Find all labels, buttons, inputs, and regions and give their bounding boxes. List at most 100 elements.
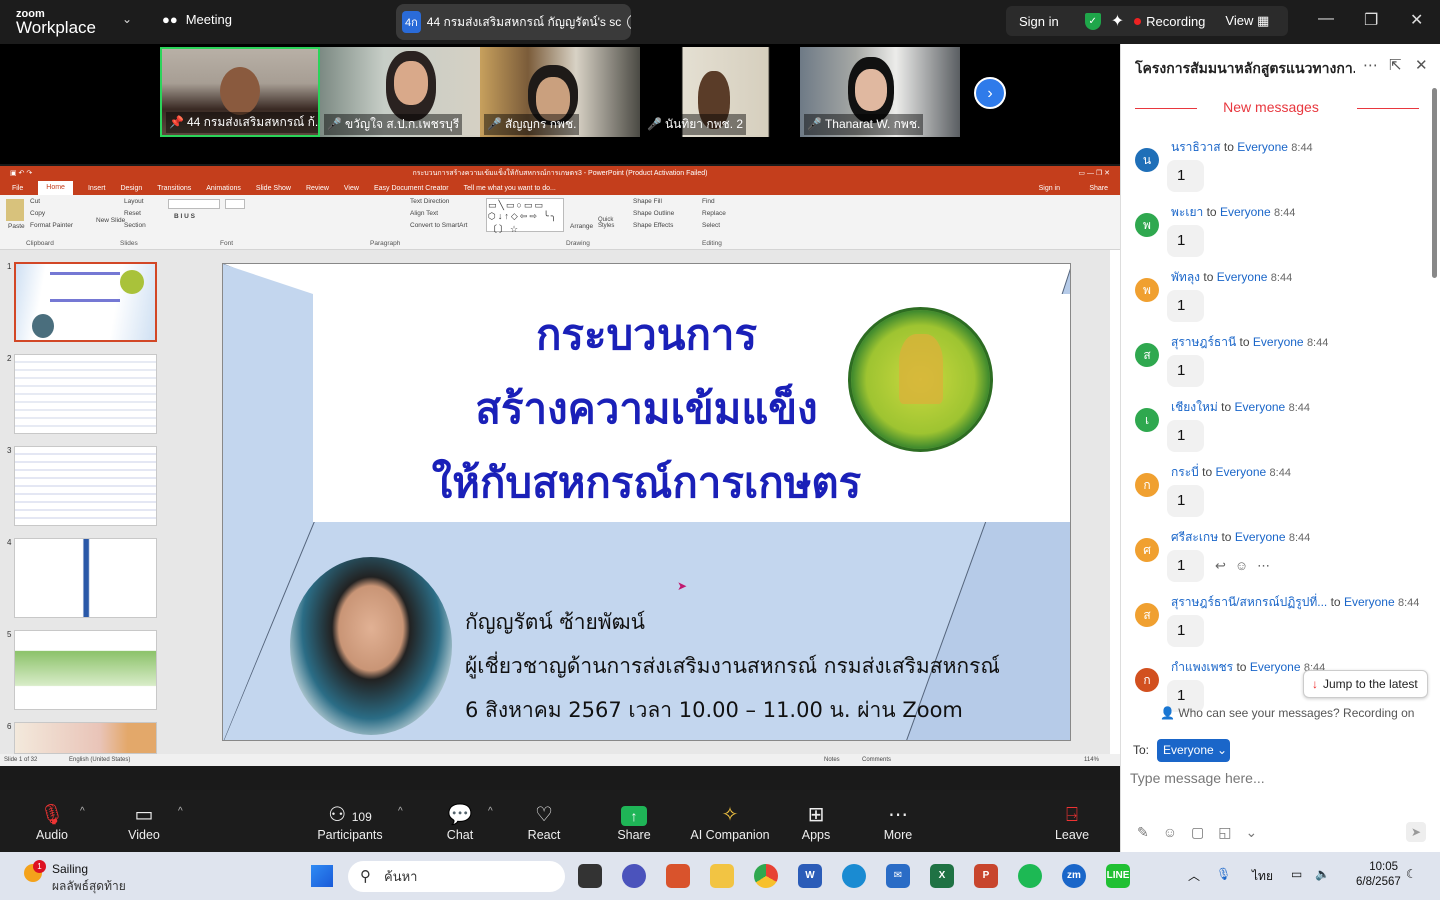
smartart-button[interactable]: Convert to SmartArt — [410, 222, 467, 229]
powerpoint-icon[interactable]: P — [974, 864, 998, 888]
volume-icon[interactable]: 🔈 — [1315, 867, 1330, 881]
sender-name[interactable]: เชียงใหม่ — [1171, 400, 1218, 414]
select-button[interactable]: Select — [702, 222, 720, 229]
participants-caret-icon[interactable]: ^ — [398, 806, 403, 817]
reset-button[interactable]: Reset — [124, 210, 141, 217]
video-tile[interactable]: 🎤 Thanarat W. กพช. — [800, 47, 960, 137]
new-slide-button[interactable]: New Slide — [96, 217, 125, 224]
format-icon[interactable]: ✎ — [1137, 824, 1163, 840]
word-icon[interactable]: W — [798, 864, 822, 888]
tab-insert[interactable]: Insert — [88, 185, 106, 192]
more-button[interactable]: ⋯ More — [858, 802, 938, 842]
task-view-icon[interactable] — [578, 864, 602, 888]
share-screen-button[interactable]: ↑ Share — [594, 802, 674, 842]
slide-thumbnail[interactable] — [14, 446, 157, 526]
file-explorer-icon[interactable] — [710, 864, 734, 888]
ppt-sign-in[interactable]: Sign in — [1039, 185, 1060, 192]
section-button[interactable]: Section — [124, 222, 146, 229]
more-options-icon[interactable]: ⋯ — [1363, 56, 1378, 74]
font-name-box[interactable] — [168, 199, 220, 209]
sender-name[interactable]: ศรีสะเกษ — [1171, 530, 1218, 544]
slide-thumbnail[interactable] — [14, 262, 157, 342]
video-tile[interactable]: 🎤 นันทิยา กพช. 2 — [640, 47, 800, 137]
chevron-down-icon[interactable]: ⌄ — [122, 12, 132, 26]
quick-styles-button[interactable]: Quick Styles — [598, 217, 618, 229]
ppt-share[interactable]: Share — [1089, 185, 1108, 192]
start-windows-icon[interactable] — [311, 865, 333, 887]
tab-animations[interactable]: Animations — [206, 185, 241, 192]
tell-me-box[interactable]: Tell me what you want to do... — [464, 185, 556, 192]
security-shield-icon[interactable]: ✓ — [1084, 12, 1101, 30]
tray-mic-icon[interactable]: 🎙 — [1216, 867, 1231, 881]
sender-name[interactable]: พะเยา — [1171, 205, 1203, 219]
slide-thumbnail[interactable] — [14, 354, 157, 434]
tab-home[interactable]: Home — [38, 181, 73, 195]
edge-icon[interactable] — [842, 864, 866, 888]
video-tile[interactable]: 🎤 ขวัญใจ ส.ป.ก.เพชรบุรี — [320, 47, 480, 137]
next-page-arrow-icon[interactable]: › — [974, 77, 1006, 109]
paste-icon[interactable] — [6, 199, 24, 221]
file-icon[interactable]: ▢ — [1191, 824, 1218, 840]
restore-icon[interactable]: ❐ — [1364, 10, 1378, 30]
office-app-icon[interactable] — [666, 864, 690, 888]
minimize-icon[interactable]: — — [1318, 10, 1334, 28]
network-icon[interactable]: ▭ — [1291, 867, 1302, 881]
chat-caret-icon[interactable]: ^ — [488, 806, 493, 817]
taskbar-search[interactable]: ⚲ ค้นหา — [348, 861, 565, 892]
shape-outline-button[interactable]: Shape Outline — [633, 210, 674, 217]
audio-options-caret-icon[interactable]: ^ — [80, 806, 85, 817]
chat-scrollbar[interactable] — [1432, 88, 1437, 278]
video-tile[interactable]: 📌 44 กรมส่งเสริมสหกรณ์ ก้... — [160, 47, 320, 137]
copy-button[interactable]: Copy — [30, 210, 45, 217]
leave-button[interactable]: ⍈ Leave — [1032, 802, 1112, 842]
sender-name[interactable]: พัทลุง — [1171, 270, 1200, 284]
send-icon[interactable]: ➤ — [1406, 822, 1426, 842]
zoom-taskbar-icon[interactable]: zm — [1062, 864, 1086, 888]
spotify-icon[interactable] — [1018, 864, 1042, 888]
teams-icon[interactable] — [622, 864, 646, 888]
close-chat-icon[interactable]: ✕ — [1415, 56, 1428, 74]
recording-indicator[interactable]: Recording — [1134, 14, 1205, 29]
tab-easy-document-creator[interactable]: Easy Document Creator — [374, 185, 449, 192]
jump-to-latest-button[interactable]: ↓ Jump to the latest — [1303, 670, 1428, 698]
sender-name[interactable]: นราธิวาส — [1171, 140, 1221, 154]
align-text-button[interactable]: Align Text — [410, 210, 438, 217]
tab-review[interactable]: Review — [306, 185, 329, 192]
font-size-box[interactable] — [225, 199, 245, 209]
video-button[interactable]: ▭ Video — [104, 802, 184, 842]
shape-fill-button[interactable]: Shape Fill — [633, 198, 662, 205]
sender-name[interactable]: กระบี่ — [1171, 465, 1199, 479]
slide-thumbnail[interactable] — [14, 722, 157, 754]
screenshot-icon[interactable]: ◱ — [1218, 824, 1245, 840]
video-tile[interactable]: 🎤 สัญญกร กพช. — [480, 47, 640, 137]
react-button[interactable]: ♡ React — [504, 802, 584, 842]
notification-moon-icon[interactable]: ☾ — [1406, 867, 1417, 881]
excel-icon[interactable]: X — [930, 864, 954, 888]
video-options-caret-icon[interactable]: ^ — [178, 806, 183, 817]
chrome-icon[interactable] — [754, 864, 778, 888]
zoom-level[interactable]: 114% — [1084, 754, 1099, 766]
view-button[interactable]: View ▦ — [1225, 13, 1269, 29]
pop-out-icon[interactable]: ⇱ — [1389, 56, 1402, 74]
taskbar-clock[interactable]: 10:05 6/8/2567 — [1356, 860, 1401, 890]
ai-sparkle-icon[interactable]: ✦ — [1111, 11, 1124, 31]
more-options-icon[interactable]: ••• — [627, 14, 631, 30]
recipient-select[interactable]: Everyone ⌄ — [1157, 739, 1230, 762]
input-language[interactable]: ไทย — [1252, 867, 1273, 886]
apps-button[interactable]: ⊞ Apps — [776, 802, 856, 842]
tab-file[interactable]: File — [12, 185, 23, 192]
emoji-icon[interactable]: ☺ — [1163, 824, 1191, 840]
line-icon[interactable]: LINE — [1106, 864, 1130, 888]
who-can-see-info[interactable]: 👤 Who can see your messages? Recording o… — [1160, 706, 1414, 720]
tab-transitions[interactable]: Transitions — [157, 185, 191, 192]
shape-effects-button[interactable]: Shape Effects — [633, 222, 673, 229]
tab-view[interactable]: View — [344, 185, 359, 192]
sender-name[interactable]: สุราษฎร์ธานี — [1171, 335, 1236, 349]
save-icon[interactable]: ▣ ↶ ↷ — [10, 166, 32, 181]
cut-button[interactable]: Cut — [30, 198, 40, 205]
notes-button[interactable]: Notes — [824, 754, 840, 766]
window-controls[interactable]: ▭ — ❐ ✕ — [1078, 166, 1110, 181]
sender-name[interactable]: สุราษฎร์ธานี/สหกรณ์ปฏิรูปที่... — [1171, 595, 1327, 609]
slide-thumbnail[interactable] — [14, 538, 157, 618]
comments-button[interactable]: Comments — [862, 754, 891, 766]
